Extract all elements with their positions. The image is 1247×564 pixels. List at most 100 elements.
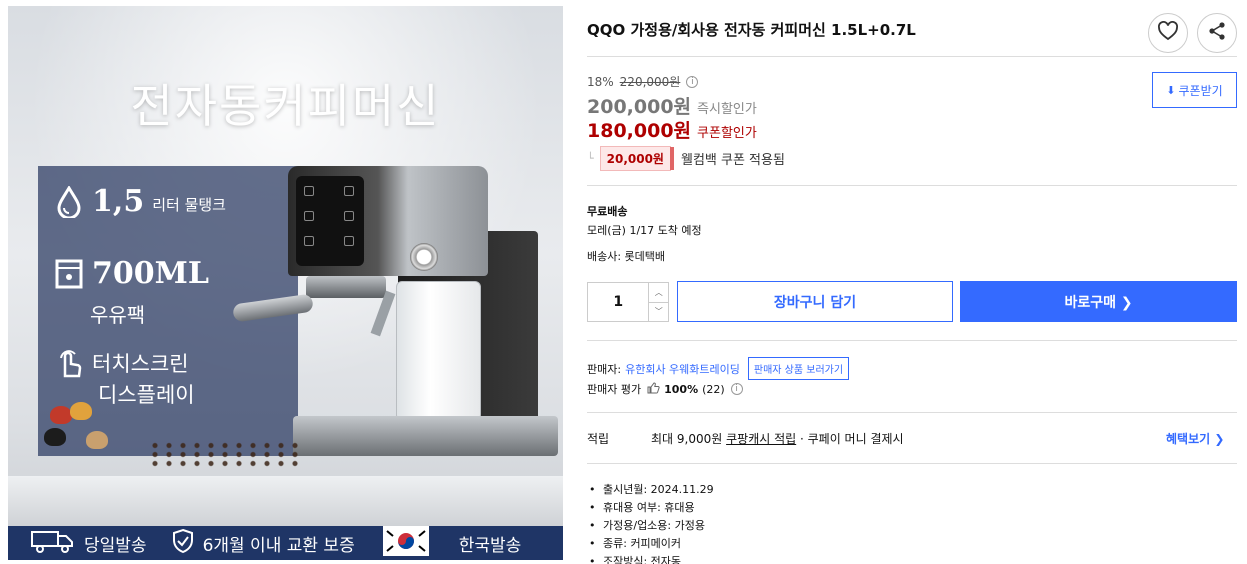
seller-label: 판매자: bbox=[587, 362, 622, 376]
feature-water-tank-value: 1,5 bbox=[92, 184, 145, 219]
image-benefit-bar: 당일발송 6개월 이내 교환 보증 한국발송 bbox=[8, 525, 563, 561]
seller-rating-count: (22) bbox=[702, 382, 725, 396]
thumbs-up-icon bbox=[647, 381, 660, 397]
feature-touchscreen-line2: 디스플레이 bbox=[98, 383, 195, 407]
instant-price: 200,000원 bbox=[587, 96, 692, 118]
original-price: 220,000원 bbox=[619, 75, 681, 89]
machine-group-head bbox=[306, 276, 386, 298]
spec-item: 가정용/업소용: 가정용 bbox=[587, 517, 714, 535]
divider bbox=[587, 463, 1237, 464]
arrival-date: 모레(금) 1/17 도착 예정 bbox=[587, 224, 702, 237]
divider bbox=[587, 56, 1237, 57]
spec-item: 종류: 커피메이커 bbox=[587, 535, 714, 553]
seller-rating-row: 판매자 평가 100% (22) i bbox=[587, 381, 743, 397]
seller-products-button[interactable]: 판매자 상품 보러가기 bbox=[747, 357, 850, 380]
spec-item: 휴대용 여부: 휴대용 bbox=[587, 499, 714, 517]
feature-touchscreen: 터치스크린 bbox=[52, 346, 189, 380]
instant-price-row: 200,000원 즉시할인가 bbox=[587, 92, 757, 119]
quantity-arrows: ︿ ﹀ bbox=[648, 283, 668, 321]
shipping-type: 무료배송 bbox=[587, 205, 628, 218]
spec-item: 조작방식: 전자동 bbox=[587, 553, 714, 564]
coupon-amount-tag: 20,000원 bbox=[599, 146, 675, 171]
get-coupon-button[interactable]: ⬇ 쿠폰받기 bbox=[1152, 72, 1237, 108]
coffee-capsule bbox=[86, 431, 108, 449]
buy-now-button[interactable]: 바로구매 ❯ bbox=[960, 281, 1237, 322]
korea-flag-icon bbox=[382, 525, 437, 561]
image-headline: 전자동커피머신 bbox=[130, 79, 441, 133]
coffee-capsule bbox=[70, 402, 92, 420]
seller-rating-label: 판매자 평가 bbox=[587, 383, 642, 396]
add-to-cart-button[interactable]: 장바구니 담기 bbox=[677, 281, 953, 322]
shield-check-icon bbox=[171, 528, 203, 559]
milk-box-icon bbox=[52, 257, 86, 291]
seller-row: 판매자: 유한회사 우웨화트레이딩 판매자 상품 보러가기 bbox=[587, 357, 850, 380]
feature-water-tank-label: 리터 물탱크 bbox=[152, 196, 226, 214]
discount-row: 18% 220,000원 i bbox=[587, 73, 699, 90]
touch-hand-icon bbox=[52, 346, 86, 380]
spec-item: 출시년월: 2024.11.29 bbox=[587, 481, 714, 499]
coupon-price-label: 쿠폰할인가 bbox=[697, 126, 757, 141]
coupon-price: 180,000원 bbox=[587, 120, 692, 142]
machine-panel-button bbox=[344, 211, 354, 221]
coffee-machine-illustration bbox=[232, 161, 563, 471]
get-coupon-label: 쿠폰받기 bbox=[1178, 83, 1223, 98]
divider bbox=[587, 340, 1237, 341]
image-countertop bbox=[8, 476, 563, 526]
view-benefits-link[interactable]: 혜택보기 ❯ bbox=[1166, 430, 1224, 447]
share-icon bbox=[1207, 21, 1227, 45]
machine-panel-button bbox=[344, 186, 354, 196]
coffee-capsule bbox=[50, 406, 72, 424]
reward-prefix: 최대 9,000원 bbox=[651, 432, 727, 446]
discount-rate: 18% bbox=[587, 74, 614, 89]
spec-list: 출시년월: 2024.11.29 휴대용 여부: 휴대용 가정용/업소용: 가정… bbox=[587, 481, 714, 564]
instant-price-label: 즉시할인가 bbox=[697, 102, 757, 117]
coupang-cash-link[interactable]: 쿠팡캐시 적립 bbox=[726, 432, 796, 446]
feature-touchscreen-line1: 터치스크린 bbox=[92, 352, 189, 376]
heart-icon bbox=[1157, 21, 1179, 45]
divider bbox=[587, 412, 1237, 413]
machine-panel-button bbox=[304, 211, 314, 221]
machine-drip-tray bbox=[293, 416, 558, 456]
product-title: QQO 가정용/회사용 전자동 커피머신 1.5L+0.7L bbox=[587, 21, 916, 39]
seller-rating-value: 100% bbox=[664, 382, 699, 396]
feature-milk-pack: 700ML bbox=[52, 256, 209, 291]
share-button[interactable] bbox=[1197, 13, 1237, 53]
quantity-decrease-icon[interactable]: ﹀ bbox=[649, 303, 668, 322]
product-main-image: 전자동커피머신 1,5 리터 물탱크 700ML 우유팩 터치스크린 디스플레이 bbox=[8, 6, 563, 560]
seller-name-link[interactable]: 유한회사 우웨화트레이딩 bbox=[625, 361, 740, 377]
quantity-stepper[interactable]: 1 ︿ ﹀ bbox=[587, 282, 669, 322]
coffee-beans bbox=[148, 441, 298, 469]
elbow-connector-icon: └ bbox=[587, 152, 594, 165]
machine-panel-button bbox=[344, 236, 354, 246]
delivery-truck-icon bbox=[30, 528, 84, 559]
feature-milk-pack-value: 700ML bbox=[92, 256, 209, 291]
exchange-guarantee: 6개월 이내 교환 보증 bbox=[171, 528, 355, 559]
download-icon: ⬇ bbox=[1166, 83, 1176, 97]
korea-shipping-label: 한국발송 bbox=[458, 535, 522, 556]
divider bbox=[587, 185, 1237, 186]
applied-coupon-row: └ 20,000원 웰컴백 쿠폰 적용됨 bbox=[587, 146, 785, 171]
reward-suffix: · 쿠페이 머니 결제시 bbox=[796, 432, 904, 446]
same-day-shipping: 당일발송 bbox=[30, 528, 147, 559]
feature-water-tank: 1,5 리터 물탱크 bbox=[52, 184, 226, 219]
feature-milk-pack-label: 우유팩 bbox=[90, 303, 146, 327]
machine-milk-tank bbox=[396, 281, 481, 421]
machine-portafilter bbox=[232, 293, 314, 323]
quantity-value[interactable]: 1 bbox=[588, 283, 648, 321]
reward-label: 적립 bbox=[587, 432, 610, 446]
machine-pressure-gauge bbox=[410, 243, 438, 271]
same-day-shipping-label: 당일발송 bbox=[84, 535, 147, 556]
machine-panel-button bbox=[304, 186, 314, 196]
coffee-capsule bbox=[44, 428, 66, 446]
korea-shipping: 한국발송 bbox=[382, 525, 522, 561]
reward-description: 최대 9,000원 쿠팡캐시 적립 · 쿠페이 머니 결제시 bbox=[651, 430, 904, 447]
info-icon[interactable]: i bbox=[730, 383, 743, 395]
exchange-guarantee-label: 6개월 이내 교환 보증 bbox=[202, 535, 355, 556]
quantity-increase-icon[interactable]: ︿ bbox=[649, 283, 668, 303]
coupon-price-row: 180,000원 쿠폰할인가 bbox=[587, 116, 757, 143]
water-drop-icon bbox=[52, 185, 86, 219]
info-icon[interactable]: i bbox=[686, 75, 699, 88]
wishlist-button[interactable] bbox=[1148, 13, 1188, 53]
shipping-carrier: 배송사: 롯데택배 bbox=[587, 250, 666, 263]
machine-panel-button bbox=[304, 236, 314, 246]
